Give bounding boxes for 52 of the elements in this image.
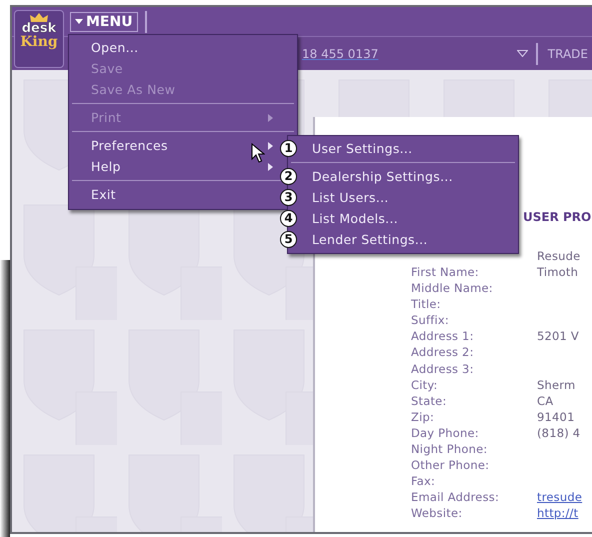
field-link[interactable]: http://t <box>537 505 592 522</box>
field-label: City: <box>411 376 439 393</box>
phone-link[interactable]: 18 455 0137 <box>302 46 378 60</box>
callout-number: 2 <box>280 168 297 185</box>
caret-icon <box>75 19 83 24</box>
menu-item[interactable]: Preferences <box>69 135 275 156</box>
field-value: (818) 4 <box>537 424 582 442</box>
trade-tab[interactable]: TRADE <box>548 46 588 60</box>
callout-number: 5 <box>280 231 297 248</box>
field-label: Night Phone: <box>411 441 488 458</box>
field-label: Address 1: <box>411 328 475 344</box>
menu-button[interactable]: MENU <box>70 12 138 32</box>
field-label: Suffix: <box>411 312 450 328</box>
field-label: Zip: <box>411 408 436 425</box>
mouse-pointer-icon <box>251 143 265 163</box>
field-value: Sherm <box>537 376 576 393</box>
field-label: Email Address: <box>411 489 500 506</box>
menu-item[interactable]: Exit <box>69 184 275 205</box>
submenu-arrow-icon <box>268 142 273 150</box>
field-label: Middle Name: <box>411 280 494 296</box>
field-value: 5201 V <box>537 328 580 344</box>
menu-item[interactable]: Dealership Settings... <box>298 166 518 187</box>
dropdown-arrow-icon[interactable] <box>516 50 528 57</box>
submenu-arrow-icon <box>268 114 273 122</box>
logo-wordmark: desk <box>22 22 56 35</box>
menu-item[interactable]: User Settings... <box>298 138 518 159</box>
field-label: Website: <box>411 505 464 522</box>
field-label: State: <box>411 392 448 409</box>
callout-number: 1 <box>280 140 297 157</box>
field-label: Fax: <box>411 473 436 490</box>
callout-number: 3 <box>280 189 297 206</box>
field-link[interactable]: tresude <box>537 489 592 506</box>
field-label: Address 3: <box>411 360 475 377</box>
field-label: Address 2: <box>411 344 475 361</box>
field-label: Day Phone: <box>411 424 480 442</box>
menu-item[interactable]: List Models... <box>298 208 518 229</box>
menu-item[interactable]: Open... <box>69 37 275 58</box>
menu-item[interactable]: List Users... <box>298 187 518 208</box>
logo-wordmark: King <box>20 35 58 49</box>
section-heading: USER PRO <box>523 210 592 224</box>
field-value: Resude <box>537 248 582 264</box>
submenu-arrow-icon <box>268 163 273 171</box>
field-label: Title: <box>411 296 442 312</box>
field-value: Timoth <box>537 264 580 280</box>
menu-item[interactable]: Help <box>69 156 275 177</box>
menu-item[interactable]: Lender Settings... <box>298 229 518 250</box>
callout-number: 4 <box>280 210 297 227</box>
field-label: Other Phone: <box>411 457 490 474</box>
field-value: 91401 <box>537 408 576 425</box>
field-label: First Name: <box>411 264 480 280</box>
field-value: CA <box>537 392 554 409</box>
crown-icon <box>30 13 48 22</box>
